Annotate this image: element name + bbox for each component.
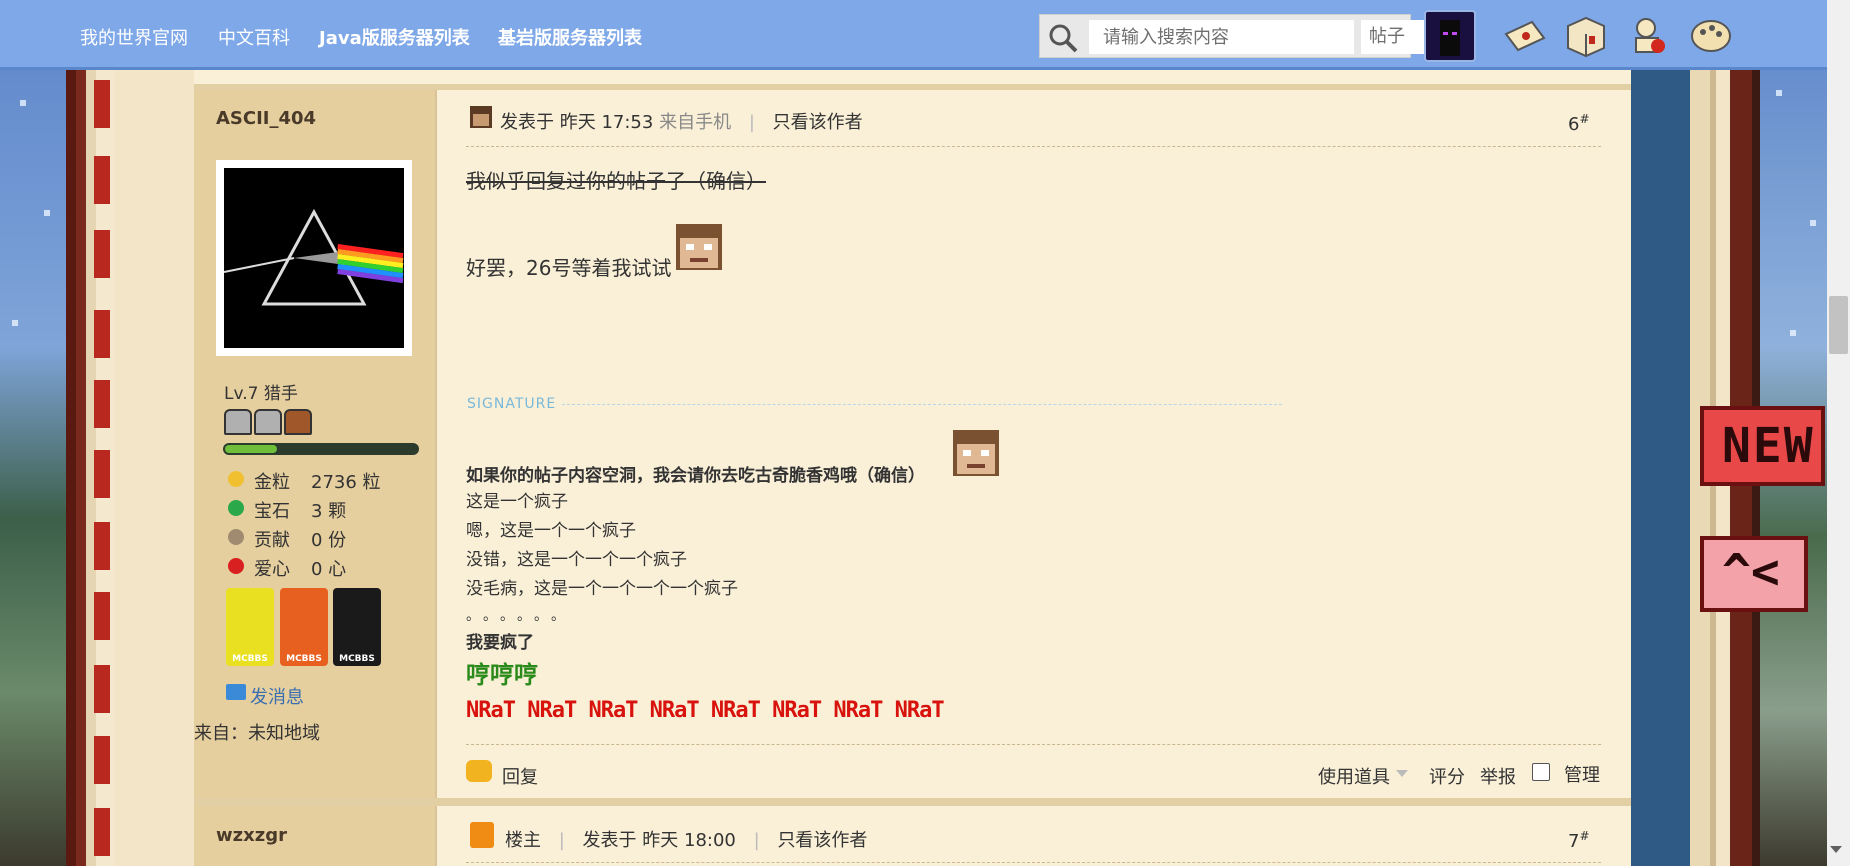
- stat-heart-value: 0 心: [311, 559, 347, 580]
- steve-face-emoji: [676, 224, 722, 270]
- sidebar-divider: [435, 86, 437, 866]
- footer-divider: [466, 744, 1601, 745]
- user-level: Lv.7 猎手: [224, 384, 298, 404]
- chevron-down-icon: [1396, 770, 1408, 777]
- signature-line: 没毛病，这是一个一个一个一个疯子: [466, 579, 738, 599]
- user-avatar[interactable]: [1424, 10, 1476, 62]
- signature-bold-line: 如果你的帖子内容空洞，我会请你去吃古奇脆香鸡哦（确信）: [466, 466, 925, 486]
- posted-prefix: 发表于: [582, 830, 637, 851]
- nav-link-wiki[interactable]: 中文百科: [218, 24, 290, 50]
- signature-divider: [562, 404, 1282, 405]
- user-face-icon: [470, 106, 492, 128]
- helmet-icon: [254, 409, 282, 435]
- contribution-icon: [228, 529, 244, 545]
- stat-contribution-value: 0 份: [311, 530, 347, 551]
- signature-nrat: NRaT NRaT NRaT NRaT NRaT NRaT NRaT NRaT …: [466, 698, 946, 723]
- scrollbar[interactable]: [1827, 0, 1850, 866]
- snowflake: [1810, 220, 1816, 226]
- op-icon: [470, 822, 494, 848]
- author-avatar[interactable]: [216, 160, 412, 356]
- stat-gem-label: 宝石: [254, 501, 290, 522]
- back-to-top-button[interactable]: ^<: [1700, 536, 1808, 612]
- location: 来自：未知地域: [194, 723, 320, 744]
- floor-number[interactable]: 7#: [1568, 829, 1590, 852]
- stat-gold-label: 金粒: [254, 472, 290, 493]
- signature-line: 没错，这是一个一个一个疯子: [466, 550, 687, 570]
- manage-label: 管理: [1564, 765, 1600, 786]
- posted-time: 昨天 17:53: [559, 112, 654, 133]
- snowflake: [1776, 90, 1782, 96]
- use-tool-button[interactable]: 使用道具: [1318, 763, 1390, 789]
- posted-device: 来自手机: [659, 112, 732, 133]
- helmet-icon: [284, 409, 312, 435]
- stat-gem-value: 3 颗: [311, 501, 347, 522]
- new-label: NEW: [1722, 418, 1815, 474]
- header-divider: [466, 146, 1601, 147]
- posted-prefix: 发表于: [500, 112, 554, 133]
- only-author-link[interactable]: 只看该作者: [773, 112, 863, 133]
- author-name[interactable]: wzxzgr: [216, 825, 287, 846]
- medal-pickaxe[interactable]: MCBBS: [226, 588, 274, 666]
- background-left: [0, 0, 66, 866]
- post-meta: 发表于 昨天 17:53 来自手机 | 只看该作者: [500, 112, 863, 133]
- left-frame: [66, 70, 114, 866]
- helmet-icon: [224, 409, 252, 435]
- scrollbar-thumb[interactable]: [1829, 296, 1848, 354]
- only-author-link[interactable]: 只看该作者: [777, 830, 867, 851]
- manage-checkbox[interactable]: [1532, 763, 1550, 781]
- post-meta: 楼主 | 发表于 昨天 18:00 | 只看该作者: [505, 830, 868, 851]
- emerald-icon: [228, 500, 244, 516]
- signature-hum: 哼哼哼: [466, 661, 538, 689]
- post-top-divider: [194, 84, 1631, 90]
- search-scope-label: 帖子: [1369, 26, 1405, 47]
- signature-dots: 。。。。。。: [466, 608, 575, 624]
- signature-line: 嗯，这是一个一个疯子: [466, 521, 636, 541]
- rate-button[interactable]: 评分: [1429, 763, 1465, 789]
- signature-label: SIGNATURE: [467, 396, 557, 412]
- frame-inner-left: [114, 70, 194, 866]
- palette-icon[interactable]: [1688, 14, 1734, 58]
- message-icon: [226, 684, 246, 700]
- chest-icon[interactable]: [1562, 14, 1608, 58]
- signature-crazy: 我要疯了: [466, 633, 534, 653]
- steve-face-emoji: [953, 430, 999, 476]
- post-body-text: 好罢，26号等着我试试: [466, 256, 672, 280]
- post-bottom-divider: [194, 798, 1631, 806]
- new-post-button[interactable]: NEW: [1700, 406, 1825, 486]
- reply-button[interactable]: 回复: [502, 763, 538, 789]
- signature-line: 这是一个疯子: [466, 492, 568, 512]
- nav-link-official[interactable]: 我的世界官网: [80, 24, 188, 50]
- floor-number[interactable]: 6#: [1568, 112, 1590, 135]
- header-divider: [466, 862, 1601, 863]
- scroll-down-icon[interactable]: [1830, 846, 1842, 853]
- apple-icon: [228, 558, 244, 574]
- medal-villager[interactable]: MCBBS: [333, 588, 381, 666]
- snowflake: [44, 210, 50, 216]
- experience-bar: [223, 443, 419, 455]
- snowflake: [12, 320, 18, 326]
- snowflake: [1790, 330, 1796, 336]
- author-name[interactable]: ASCII_404: [216, 108, 316, 129]
- nav-link-bedrock-servers[interactable]: 基岩版服务器列表: [498, 24, 642, 50]
- stat-contribution-label: 贡献: [254, 530, 290, 551]
- send-message-link[interactable]: 发消息: [250, 683, 304, 709]
- envelope-icon[interactable]: [1502, 14, 1548, 58]
- nav-link-java-servers[interactable]: Java版服务器列表: [319, 24, 470, 50]
- search-input[interactable]: [1089, 20, 1354, 54]
- report-button[interactable]: 举报: [1480, 763, 1516, 789]
- up-label: ^<: [1722, 544, 1780, 600]
- search-icon[interactable]: [1048, 23, 1078, 53]
- op-label: 楼主: [505, 830, 541, 851]
- stat-gold-value: 2736 粒: [311, 472, 381, 493]
- strikethrough-text: 我似乎回复过你的帖子了（确信）: [466, 169, 766, 193]
- potion-icon[interactable]: [1626, 14, 1672, 58]
- posted-time: 昨天 18:00: [642, 830, 736, 851]
- reply-icon[interactable]: [466, 760, 492, 782]
- medal-sapling[interactable]: MCBBS: [280, 588, 328, 666]
- stat-heart-label: 爱心: [254, 559, 290, 580]
- top-nav: 我的世界官网 中文百科 Java版服务器列表 基岩版服务器列表 帖子: [0, 0, 1850, 70]
- snowflake: [20, 100, 26, 106]
- gold-nugget-icon: [228, 471, 244, 487]
- search-box: 帖子: [1039, 14, 1451, 58]
